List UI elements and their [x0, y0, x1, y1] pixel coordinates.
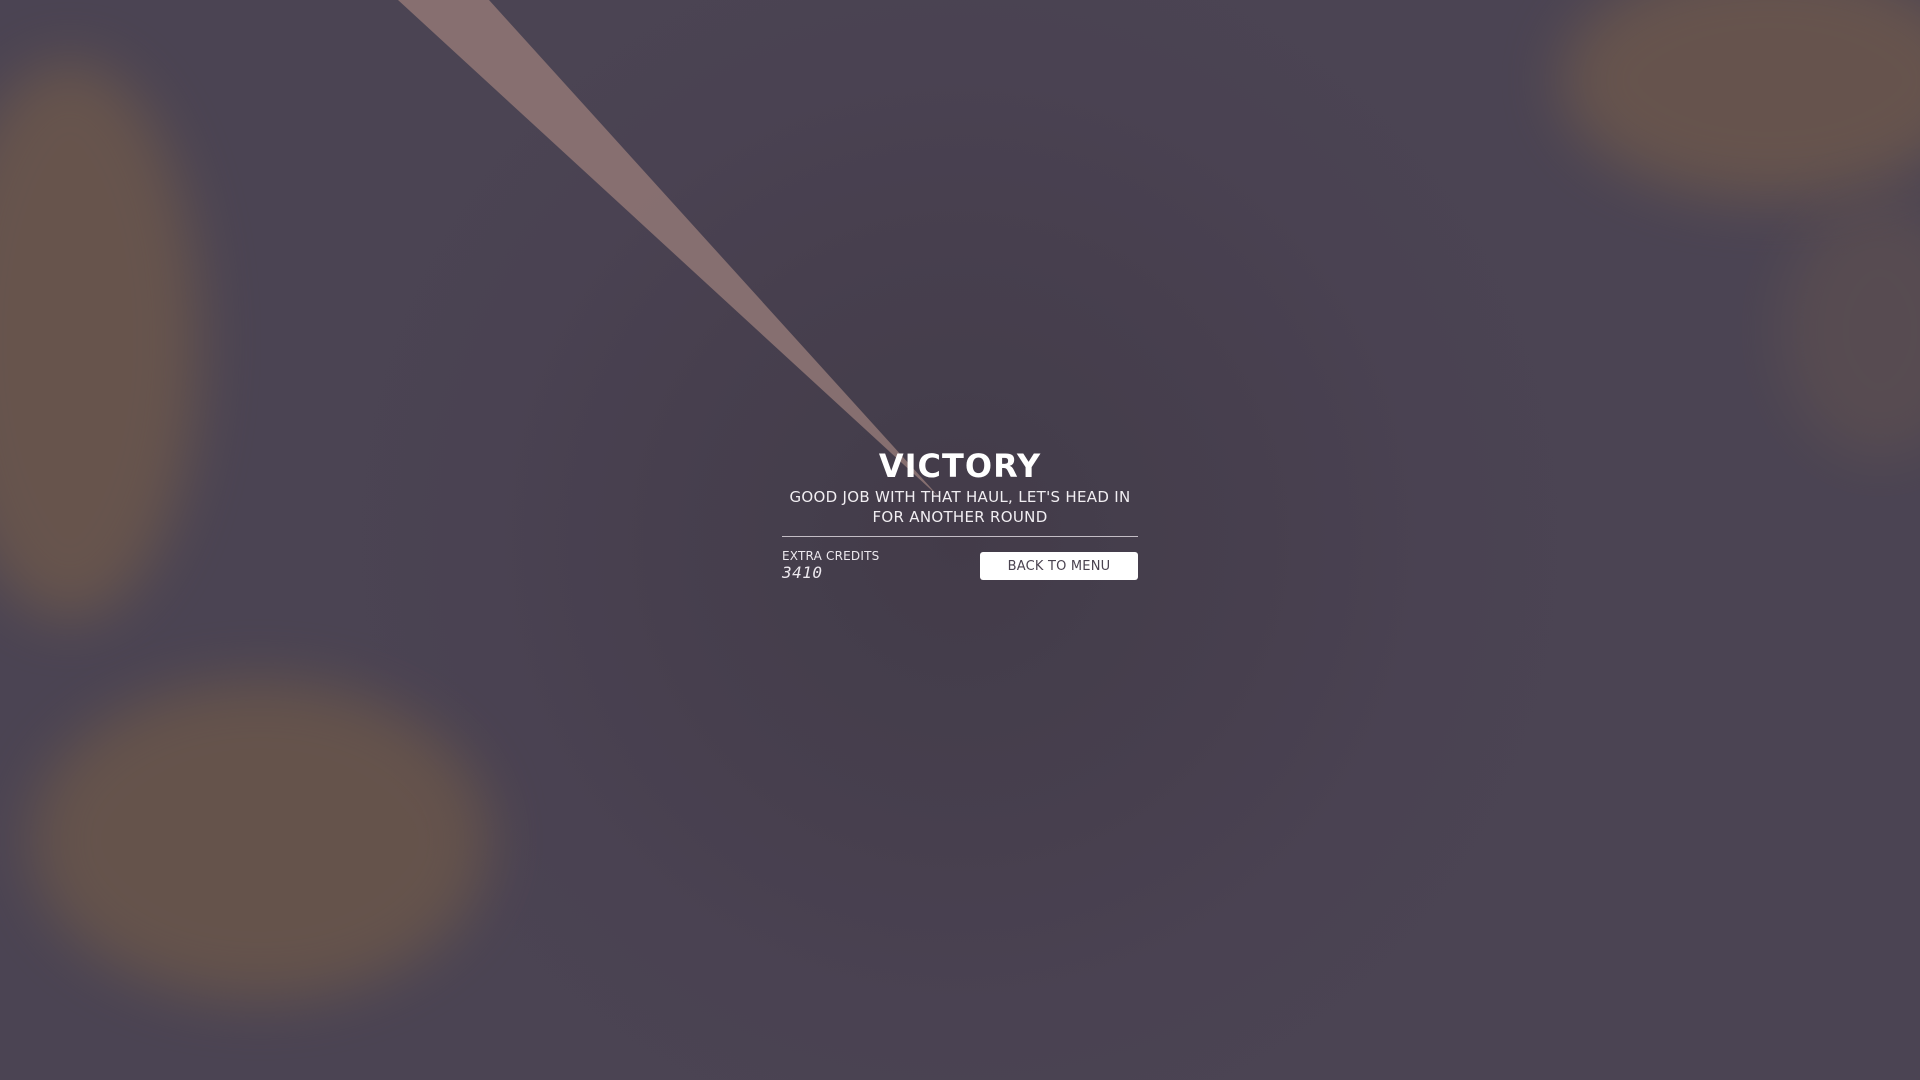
extra-credits-label: EXTRA CREDITS: [782, 549, 880, 563]
victory-title: VICTORY: [878, 447, 1042, 485]
back-to-menu-button[interactable]: BACK TO MENU: [980, 552, 1138, 580]
result-row: EXTRA CREDITS 3410 BACK TO MENU: [782, 549, 1138, 583]
extra-credits-value: 3410: [782, 563, 823, 582]
extra-credits: EXTRA CREDITS 3410: [782, 549, 879, 583]
victory-message: GOOD JOB WITH THAT HAUL, LET'S HEAD IN F…: [789, 488, 1131, 526]
divider: [782, 536, 1138, 537]
victory-panel: VICTORY GOOD JOB WITH THAT HAUL, LET'S H…: [782, 448, 1138, 583]
